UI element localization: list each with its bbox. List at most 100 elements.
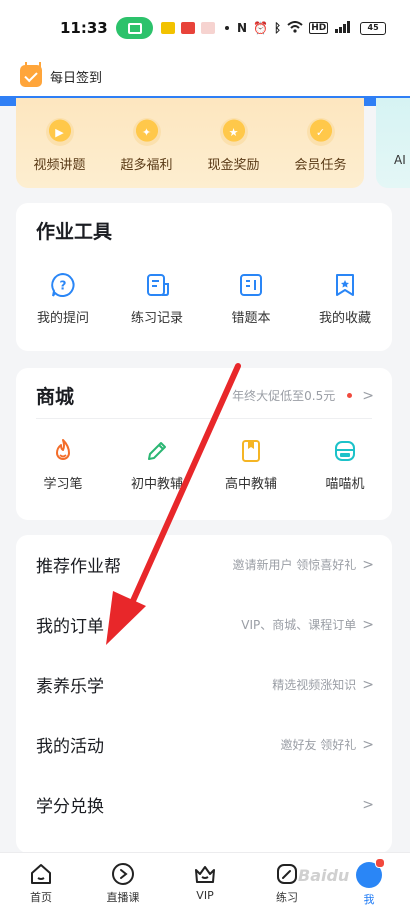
chevron-right-icon: > — [362, 387, 374, 404]
menu-title: 素养乐学 — [36, 677, 104, 697]
chevron-right-icon: > — [362, 616, 374, 633]
shop-card: 商城 年终大促低至0.5元 > 学习笔 初中教辅 高中教辅 喵喵机 — [16, 368, 392, 520]
shop-item-high-school[interactable]: 高中教辅 — [204, 438, 298, 492]
menu-my-orders[interactable]: 我的订单 VIP、商城、课程订单 > — [16, 595, 392, 654]
menu-title: 推荐作业帮 — [36, 557, 121, 577]
alarm-icon: ⏰ — [253, 21, 268, 35]
menu-hint: 邀好友 领好礼 — [280, 738, 357, 752]
screen-cast-icon — [115, 17, 154, 39]
promo-dot — [347, 393, 353, 398]
flame-pen-icon — [56, 439, 70, 460]
reward-label: 超多福利 — [120, 158, 173, 173]
tools-grid: ? 我的提问 练习记录 错题本 我的收藏 — [16, 272, 392, 326]
menu-title: 学分兑换 — [36, 797, 104, 817]
calendar-check-icon — [20, 62, 42, 87]
gift-icon: ✦ — [132, 118, 161, 146]
live-course-icon — [112, 863, 134, 885]
home-icon — [31, 864, 51, 884]
shop-label: 高中教辅 — [224, 477, 277, 492]
chevron-right-icon: > — [362, 676, 374, 693]
tab-label: 首页 — [30, 891, 52, 904]
checkin-label: 每日签到 — [50, 70, 103, 86]
section-title: 作业工具 — [36, 221, 113, 243]
tool-my-favorites[interactable]: 我的收藏 — [298, 272, 392, 326]
avatar — [356, 858, 385, 888]
menu-hint-group: VIP、商城、课程订单 > — [241, 616, 374, 633]
tool-label: 错题本 — [231, 311, 271, 326]
tab-vip[interactable]: VIP — [164, 853, 246, 914]
question-bubble-icon: ? — [51, 272, 75, 297]
tab-home[interactable]: 首页 — [0, 853, 82, 914]
tool-label: 练习记录 — [130, 311, 183, 326]
reward-card: ▶ 视频讲题 ✦ 超多福利 ★ 现金奖励 ✓ 会员任务 — [16, 98, 364, 188]
chevron-right-icon: > — [362, 556, 374, 573]
promo-text: 年终大促低至0.5元 — [232, 389, 336, 403]
menu-hint: 精选视频涨知识 — [272, 678, 357, 692]
hd-icon: HD — [309, 22, 329, 34]
tool-label: 我的提问 — [36, 311, 89, 326]
tab-label: VIP — [196, 889, 214, 902]
tab-label: 直播课 — [106, 891, 140, 904]
menu-credit-exchange[interactable]: 学分兑换 > — [16, 775, 392, 834]
menu-title: 我的活动 — [36, 737, 104, 757]
reward-label: 现金奖励 — [207, 158, 260, 173]
tab-label: 我 — [363, 893, 375, 906]
practice-record-icon — [147, 274, 169, 296]
tool-label: 我的收藏 — [318, 311, 371, 326]
ai-card-peek[interactable]: AI — [376, 98, 410, 188]
menu-hint-group: > — [356, 797, 374, 813]
reward-cash[interactable]: ★ 现金奖励 — [194, 118, 274, 173]
menu-literacy[interactable]: 素养乐学 精选视频涨知识 > — [16, 655, 392, 714]
tool-my-questions[interactable]: ? 我的提问 — [16, 272, 110, 326]
chevron-right-icon: > — [362, 796, 374, 813]
homework-tools-card: 作业工具 ? 我的提问 练习记录 错题本 我的收藏 — [16, 203, 392, 351]
menu-hint-group: 邀好友 领好礼 > — [280, 736, 374, 753]
divider — [36, 418, 372, 419]
chevron-right-icon: > — [362, 736, 374, 753]
reward-label: 视频讲题 — [33, 158, 86, 173]
tab-label: 练习 — [276, 891, 298, 904]
menu-my-activities[interactable]: 我的活动 邀好友 领好礼 > — [16, 715, 392, 774]
wifi-icon — [287, 20, 303, 36]
svg-text:?: ? — [60, 279, 67, 293]
reward-video-explain[interactable]: ▶ 视频讲题 — [20, 118, 100, 173]
shop-label: 喵喵机 — [325, 477, 365, 492]
signal-icon — [334, 20, 352, 36]
notification-app-icon — [181, 22, 196, 34]
task-check-icon: ✓ — [306, 118, 335, 146]
status-bar: 11:33 N ⏰ ᛒ HD 45 — [0, 0, 410, 56]
nfc-icon: N — [237, 21, 248, 35]
ai-card-label: AI — [394, 153, 406, 167]
menu-hint-group: 邀请新用户 领惊喜好礼 > — [232, 556, 374, 573]
pencil-icon — [148, 442, 166, 460]
tool-practice-record[interactable]: 练习记录 — [110, 272, 204, 326]
notification-app-icon — [201, 22, 216, 34]
reward-benefits[interactable]: ✦ 超多福利 — [107, 118, 187, 173]
shop-item-printer[interactable]: 喵喵机 — [298, 438, 392, 492]
shop-item-study-pen[interactable]: 学习笔 — [16, 438, 110, 492]
shop-label: 学习笔 — [43, 477, 83, 492]
tab-live-course[interactable]: 直播课 — [82, 853, 164, 914]
daily-checkin[interactable]: 每日签到 — [0, 56, 410, 96]
shop-grid: 学习笔 初中教辅 高中教辅 喵喵机 — [16, 438, 392, 492]
shop-label: 初中教辅 — [130, 477, 183, 492]
battery-icon: 45 — [360, 21, 386, 35]
tool-mistake-book[interactable]: 错题本 — [204, 272, 298, 326]
section-title: 商城 — [36, 386, 75, 408]
vip-crown-icon — [195, 866, 215, 883]
status-time: 11:33 — [60, 19, 108, 37]
book-icon — [242, 440, 260, 462]
menu-recommend[interactable]: 推荐作业帮 邀请新用户 领惊喜好礼 > — [16, 535, 392, 594]
practice-icon — [277, 864, 297, 884]
shop-promo-link[interactable]: 年终大促低至0.5元 > — [232, 387, 374, 404]
mistake-book-icon — [240, 274, 262, 296]
menu-list-card: 推荐作业帮 邀请新用户 领惊喜好礼 > 我的订单 VIP、商城、课程订单 > 素… — [16, 535, 392, 853]
reward-label: 会员任务 — [294, 158, 347, 173]
notification-app-icon — [161, 22, 176, 34]
cash-icon: ★ — [219, 118, 248, 146]
shop-item-middle-school[interactable]: 初中教辅 — [110, 438, 204, 492]
watermark: Baidu — [298, 866, 350, 885]
menu-hint: VIP、商城、课程订单 — [241, 618, 357, 632]
video-coin-icon: ▶ — [45, 118, 74, 146]
reward-member-tasks[interactable]: ✓ 会员任务 — [281, 118, 361, 173]
